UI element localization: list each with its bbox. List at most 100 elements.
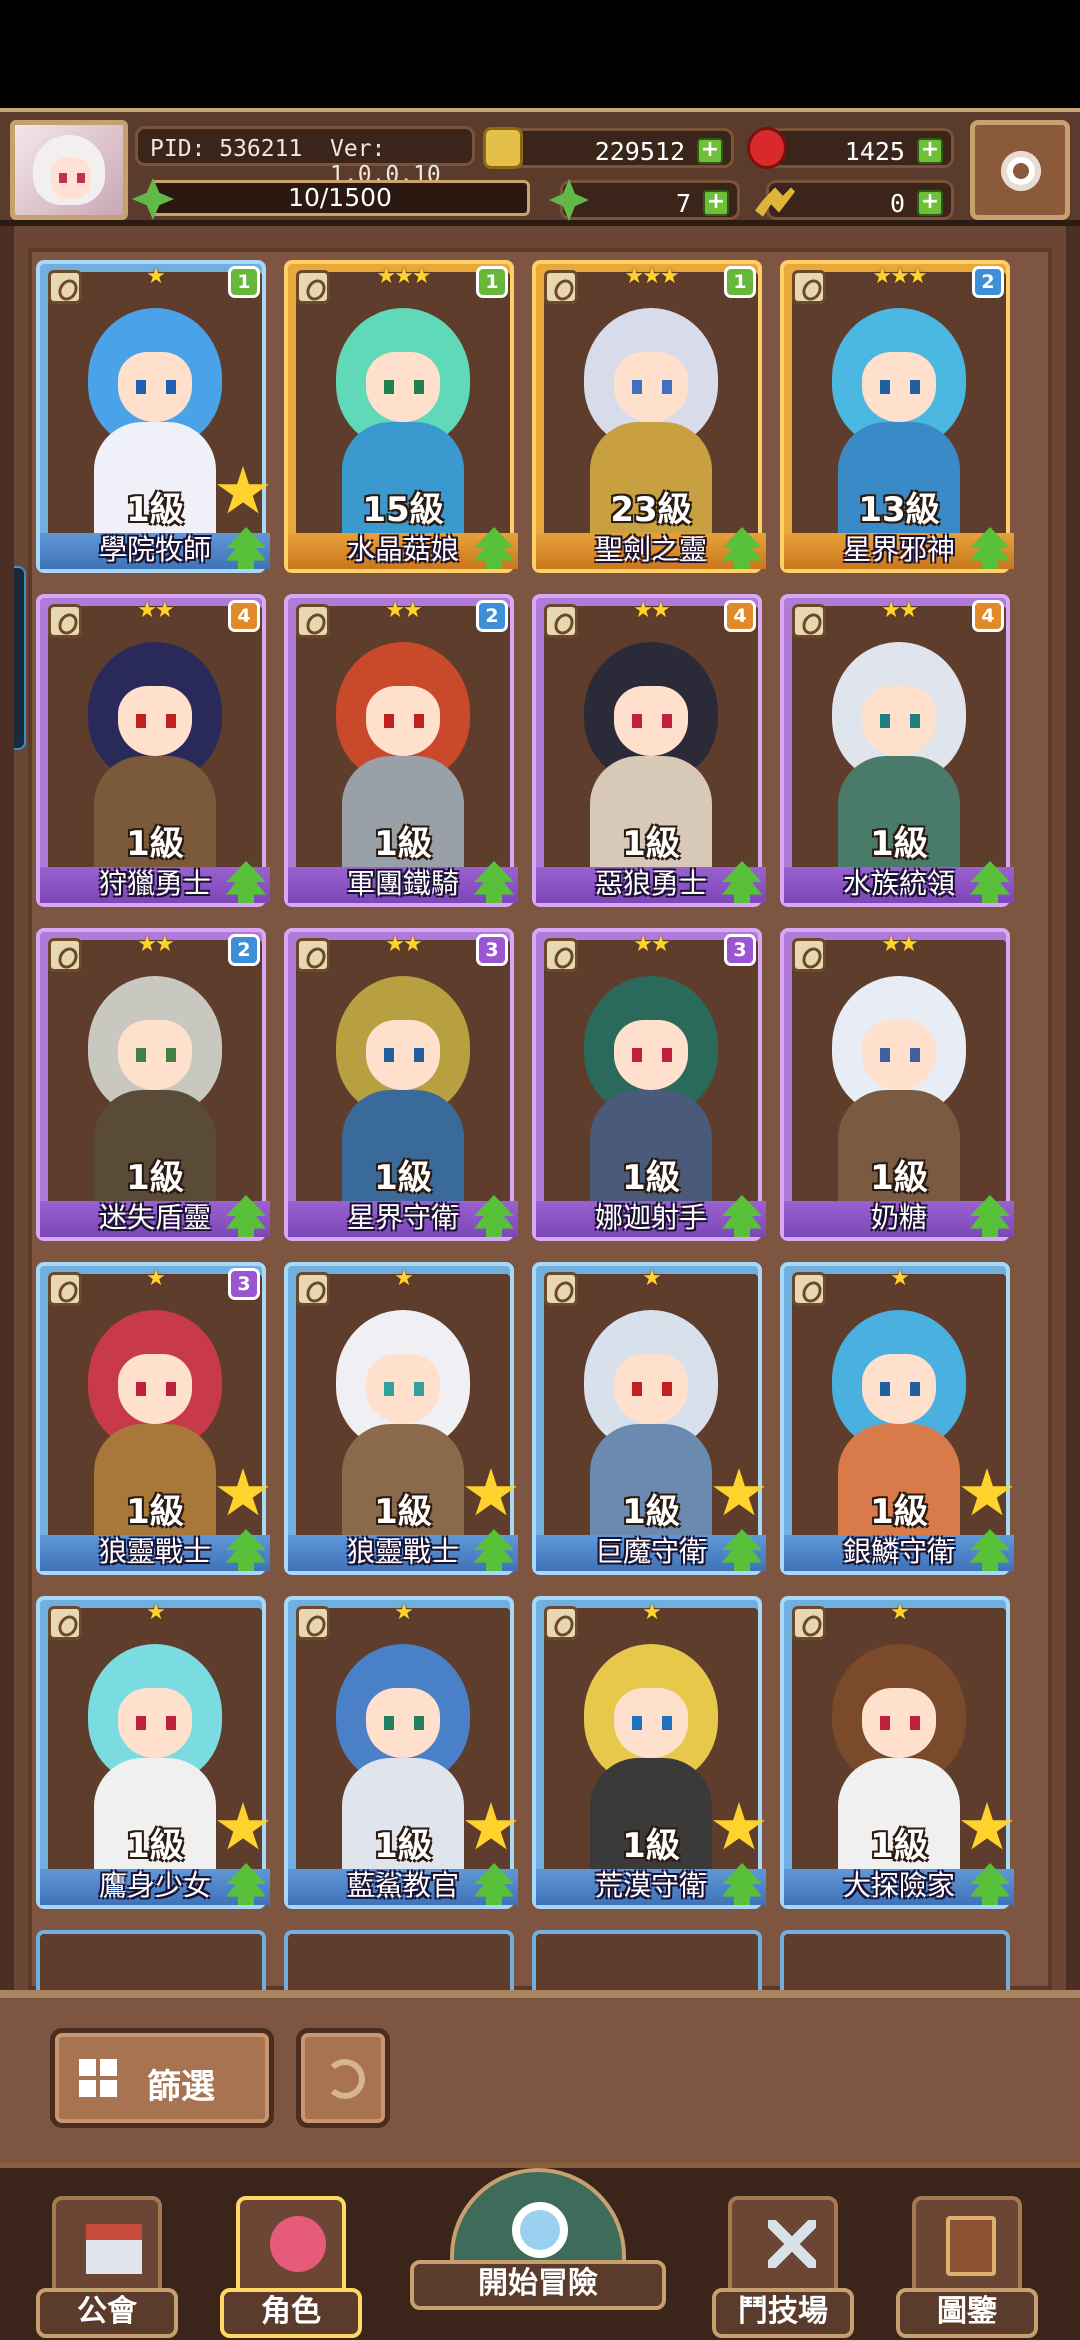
portrait-eye: [662, 1716, 672, 1730]
character-card[interactable]: ★★ 1級 奶糖: [780, 928, 1014, 1241]
character-card[interactable]: ★★ 4 1級 狩獵勇士: [36, 594, 270, 907]
portrait-eye: [880, 1048, 890, 1062]
portrait-eye: [632, 1716, 642, 1730]
character-level: 1級: [622, 1826, 680, 1866]
gold-counter: 229512 +: [483, 127, 734, 169]
character-card-partial[interactable]: [284, 1930, 514, 1990]
character-card-partial[interactable]: [36, 1930, 266, 1990]
portrait-eye: [384, 380, 394, 394]
class-type-icon: [792, 1606, 826, 1640]
class-type-icon: [48, 270, 82, 304]
rarity-stars: ★★: [385, 598, 422, 623]
portrait-eye: [880, 1382, 890, 1396]
nav-guild[interactable]: 公會: [36, 2196, 178, 2340]
nav-arena[interactable]: 鬥技場: [712, 2196, 854, 2340]
character-card[interactable]: ★★★ 1 23級 聖劍之靈: [532, 260, 766, 573]
portrait-face: [366, 686, 440, 756]
rarity-stars: ★★★: [376, 264, 431, 289]
portrait-face: [118, 1354, 192, 1424]
character-card[interactable]: ★★ 4 1級 惡狼勇士: [532, 594, 766, 907]
copies-badge: 2: [972, 266, 1004, 298]
character-card[interactable]: ★ 1級 荒漠守衛: [532, 1596, 766, 1909]
add-key-plus-icon[interactable]: +: [917, 190, 943, 216]
class-type-icon: [792, 604, 826, 638]
character-card[interactable]: ★ 1級 銀鱗守衛: [780, 1262, 1014, 1575]
character-card[interactable]: ★★ 4 1級 水族統領: [780, 594, 1014, 907]
portrait-face: [614, 1020, 688, 1090]
gem-value: 1425: [844, 137, 905, 166]
portrait-eye: [880, 1716, 890, 1730]
refresh-button[interactable]: [296, 2028, 390, 2128]
player-info: PID: 536211 Ver: 1.0.0.10: [135, 126, 475, 188]
character-level: 1級: [374, 1826, 432, 1866]
settings-button[interactable]: [970, 120, 1070, 220]
portrait-face: [118, 1020, 192, 1090]
copies-badge: 3: [724, 934, 756, 966]
nav-character[interactable]: 角色: [220, 2196, 362, 2340]
copies-badge: 3: [476, 934, 508, 966]
portrait-eye: [384, 1048, 394, 1062]
portrait-eye: [414, 1382, 424, 1396]
key-value: 0: [889, 189, 905, 218]
status-bar: [0, 0, 1080, 108]
side-tab[interactable]: [14, 566, 26, 750]
character-card[interactable]: ★★ 2 1級 軍團鐵騎: [284, 594, 518, 907]
character-card-partial[interactable]: [780, 1930, 1010, 1990]
portrait-eye: [632, 714, 642, 728]
gold-coin-icon: [483, 127, 523, 169]
portrait-face: [118, 1688, 192, 1758]
character-level: 1級: [870, 1492, 928, 1532]
character-card[interactable]: ★ 1級 狼靈戰士: [284, 1262, 518, 1575]
rarity-stars: ★★★: [872, 264, 927, 289]
rarity-stars: ★: [642, 1600, 662, 1625]
character-level: 1級: [126, 824, 184, 864]
portrait-eye: [136, 714, 146, 728]
class-type-icon: [48, 1272, 82, 1306]
character-card[interactable]: ★ 1 1級 學院牧師: [36, 260, 270, 573]
character-card[interactable]: ★ 1級 大探險家: [780, 1596, 1014, 1909]
filter-bar: 篩選: [0, 1990, 1080, 2162]
character-card[interactable]: ★ 1級 藍鯊教官: [284, 1596, 518, 1909]
add-gold-plus-icon[interactable]: +: [697, 138, 723, 164]
rarity-stars: ★★★: [624, 264, 679, 289]
portrait-eye: [632, 1382, 642, 1396]
character-card[interactable]: ★★ 3 1級 星界守衛: [284, 928, 518, 1241]
class-type-icon: [544, 938, 578, 972]
add-gem-plus-icon[interactable]: +: [917, 138, 943, 164]
filter-label: 篩選: [147, 2067, 215, 2107]
portrait-eye: [414, 1048, 424, 1062]
character-card[interactable]: ★ 1級 巨魔守衛: [532, 1262, 766, 1575]
character-card[interactable]: ★ 3 1級 狼靈戰士: [36, 1262, 270, 1575]
player-avatar[interactable]: [10, 120, 128, 220]
portrait-eye: [880, 380, 890, 394]
rarity-stars: ★★: [633, 932, 670, 957]
character-card[interactable]: ★★ 2 1級 迷失盾靈: [36, 928, 270, 1241]
portrait-face: [366, 1020, 440, 1090]
rarity-stars: ★★: [881, 598, 918, 623]
character-card[interactable]: ★★★ 2 13級 星界邪神: [780, 260, 1014, 573]
portrait-eye: [136, 1382, 146, 1396]
portrait-face: [366, 1688, 440, 1758]
rarity-stars: ★★: [137, 598, 174, 623]
rarity-stars: ★: [890, 1266, 910, 1291]
portrait-face: [862, 686, 936, 756]
character-card[interactable]: ★ 1級 鷹身少女: [36, 1596, 270, 1909]
class-type-icon: [544, 604, 578, 638]
portrait-eye: [662, 1048, 672, 1062]
add-clover-plus-icon[interactable]: +: [703, 190, 729, 216]
clover-icon: [549, 179, 589, 221]
nav-start-adventure[interactable]: 開始冒險: [410, 2168, 666, 2318]
filter-button[interactable]: 篩選: [50, 2028, 274, 2128]
portrait-eye: [166, 380, 176, 394]
portrait-eye: [384, 1716, 394, 1730]
nav-codex[interactable]: 圖鑒: [896, 2196, 1038, 2340]
character-card[interactable]: ★★★ 1 15級 水晶菇娘: [284, 260, 518, 573]
clover-counter: 7 +: [549, 179, 740, 221]
class-type-icon: [296, 270, 330, 304]
rarity-stars: ★: [642, 1266, 662, 1291]
avatar-face: [51, 157, 91, 199]
nav-arena-label: 鬥技場: [712, 2288, 854, 2338]
character-card-partial[interactable]: [532, 1930, 762, 1990]
character-card[interactable]: ★★ 3 1級 娜迦射手: [532, 928, 766, 1241]
copies-badge: 3: [228, 1268, 260, 1300]
